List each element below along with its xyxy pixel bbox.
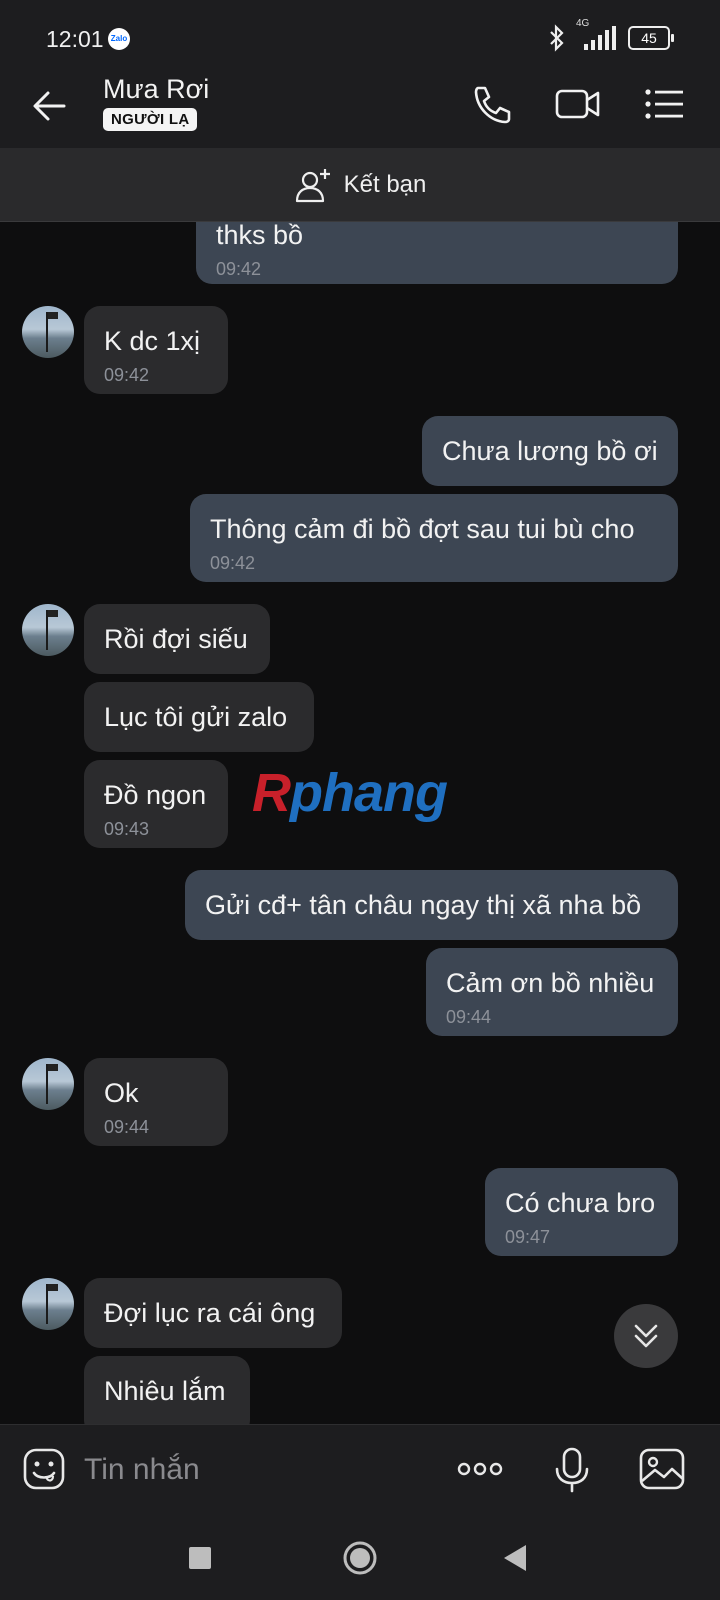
- watermark-logo: Rphang: [252, 762, 448, 824]
- message-text: Rồi đợi siếu: [104, 624, 248, 654]
- message-time: 09:44: [446, 1007, 492, 1027]
- message-time: 09:47: [505, 1227, 551, 1247]
- recent-apps-icon[interactable]: [178, 1536, 222, 1580]
- emoji-sticker-icon[interactable]: [20, 1445, 68, 1493]
- home-icon[interactable]: [338, 1536, 382, 1580]
- message-text: Nhiêu lắm: [104, 1376, 226, 1406]
- message-bubble-outgoing[interactable]: Có chưa bro 09:47: [485, 1168, 678, 1256]
- status-icons: 4G 45: [546, 18, 674, 52]
- contact-name[interactable]: Mưa Rơi: [103, 74, 209, 105]
- message-bubble-incoming[interactable]: Nhiêu lắm: [84, 1356, 250, 1424]
- message-bubble-incoming[interactable]: Lục tôi gửi zalo: [84, 682, 314, 752]
- avatar[interactable]: [22, 1058, 74, 1110]
- message-bubble-outgoing[interactable]: thks bồ 09:42: [196, 222, 678, 284]
- message-text: Đợi lục ra cái ông: [104, 1298, 316, 1328]
- message-bubble-outgoing[interactable]: Cảm ơn bồ nhiều 09:44: [426, 948, 678, 1036]
- add-friend-label: Kết bạn: [343, 170, 427, 198]
- message-text: Lục tôi gửi zalo: [104, 702, 288, 732]
- message-bubble-outgoing[interactable]: Chưa lương bồ ơi: [422, 416, 678, 486]
- back-icon[interactable]: [494, 1536, 538, 1580]
- message-bubble-incoming[interactable]: K dc 1xị 09:42: [84, 306, 228, 394]
- menu-list-icon[interactable]: [640, 82, 688, 126]
- system-navigation-bar: [0, 1514, 720, 1600]
- status-bar: 12:01 Zalo 4G 45: [0, 0, 720, 60]
- message-bubble-incoming[interactable]: Rồi đợi siếu: [84, 604, 270, 674]
- message-text: Chưa lương bồ ơi: [442, 436, 658, 466]
- message-list[interactable]: thks bồ 09:42 K dc 1xị 09:42 Chưa lương …: [0, 222, 720, 1424]
- message-text: Ok: [104, 1078, 139, 1108]
- more-options-icon[interactable]: [456, 1445, 504, 1493]
- message-time: 09:42: [216, 259, 262, 279]
- signal-icon: 4G: [576, 18, 620, 52]
- zalo-notification-icon: Zalo: [108, 28, 130, 50]
- message-bubble-outgoing[interactable]: Gửi cđ+ tân châu ngay thị xã nha bồ: [185, 870, 678, 940]
- message-text: Đồ ngon: [104, 780, 207, 810]
- add-friend-button[interactable]: Kết bạn: [0, 148, 720, 222]
- chat-header: Mưa Rơi NGƯỜI LẠ: [0, 60, 720, 148]
- stranger-badge: NGƯỜI LẠ: [103, 108, 198, 131]
- message-text: K dc 1xị: [104, 326, 201, 356]
- add-person-icon: [295, 168, 330, 202]
- microphone-icon[interactable]: [548, 1445, 596, 1493]
- message-text: thks bồ: [216, 222, 304, 250]
- message-bubble-outgoing[interactable]: Thông cảm đi bồ đợt sau tui bù cho 09:42: [190, 494, 678, 582]
- message-bubble-incoming[interactable]: Đợi lục ra cái ông: [84, 1278, 342, 1348]
- message-input[interactable]: Tin nhắn: [84, 1453, 200, 1487]
- avatar[interactable]: [22, 306, 74, 358]
- message-time: 09:42: [210, 553, 256, 573]
- message-time: 09:42: [104, 365, 150, 385]
- back-arrow-icon[interactable]: [28, 84, 72, 128]
- message-time: 09:44: [104, 1117, 150, 1137]
- battery-icon: 45: [628, 26, 674, 50]
- avatar[interactable]: [22, 1278, 74, 1330]
- status-time: 12:01: [46, 26, 104, 52]
- message-time: 09:43: [104, 819, 150, 839]
- message-text: Thông cảm đi bồ đợt sau tui bù cho: [210, 514, 635, 544]
- message-text: Gửi cđ+ tân châu ngay thị xã nha bồ: [205, 890, 642, 920]
- message-input-bar: Tin nhắn: [0, 1424, 720, 1515]
- video-call-icon[interactable]: [554, 82, 602, 126]
- image-gallery-icon[interactable]: [638, 1445, 686, 1493]
- message-bubble-incoming[interactable]: Đồ ngon 09:43: [84, 760, 228, 848]
- battery-level: 45: [641, 30, 657, 46]
- watermark-rest: phang: [290, 763, 448, 823]
- message-bubble-incoming[interactable]: Ok 09:44: [84, 1058, 228, 1146]
- avatar[interactable]: [22, 604, 74, 656]
- double-chevron-down-icon: [634, 1324, 658, 1348]
- bluetooth-icon: [550, 24, 564, 52]
- scroll-to-bottom-button[interactable]: [614, 1304, 678, 1368]
- message-text: Có chưa bro: [505, 1188, 656, 1218]
- phone-icon[interactable]: [468, 82, 516, 126]
- watermark-first-letter: R: [252, 763, 291, 823]
- message-text: Cảm ơn bồ nhiều: [446, 968, 655, 998]
